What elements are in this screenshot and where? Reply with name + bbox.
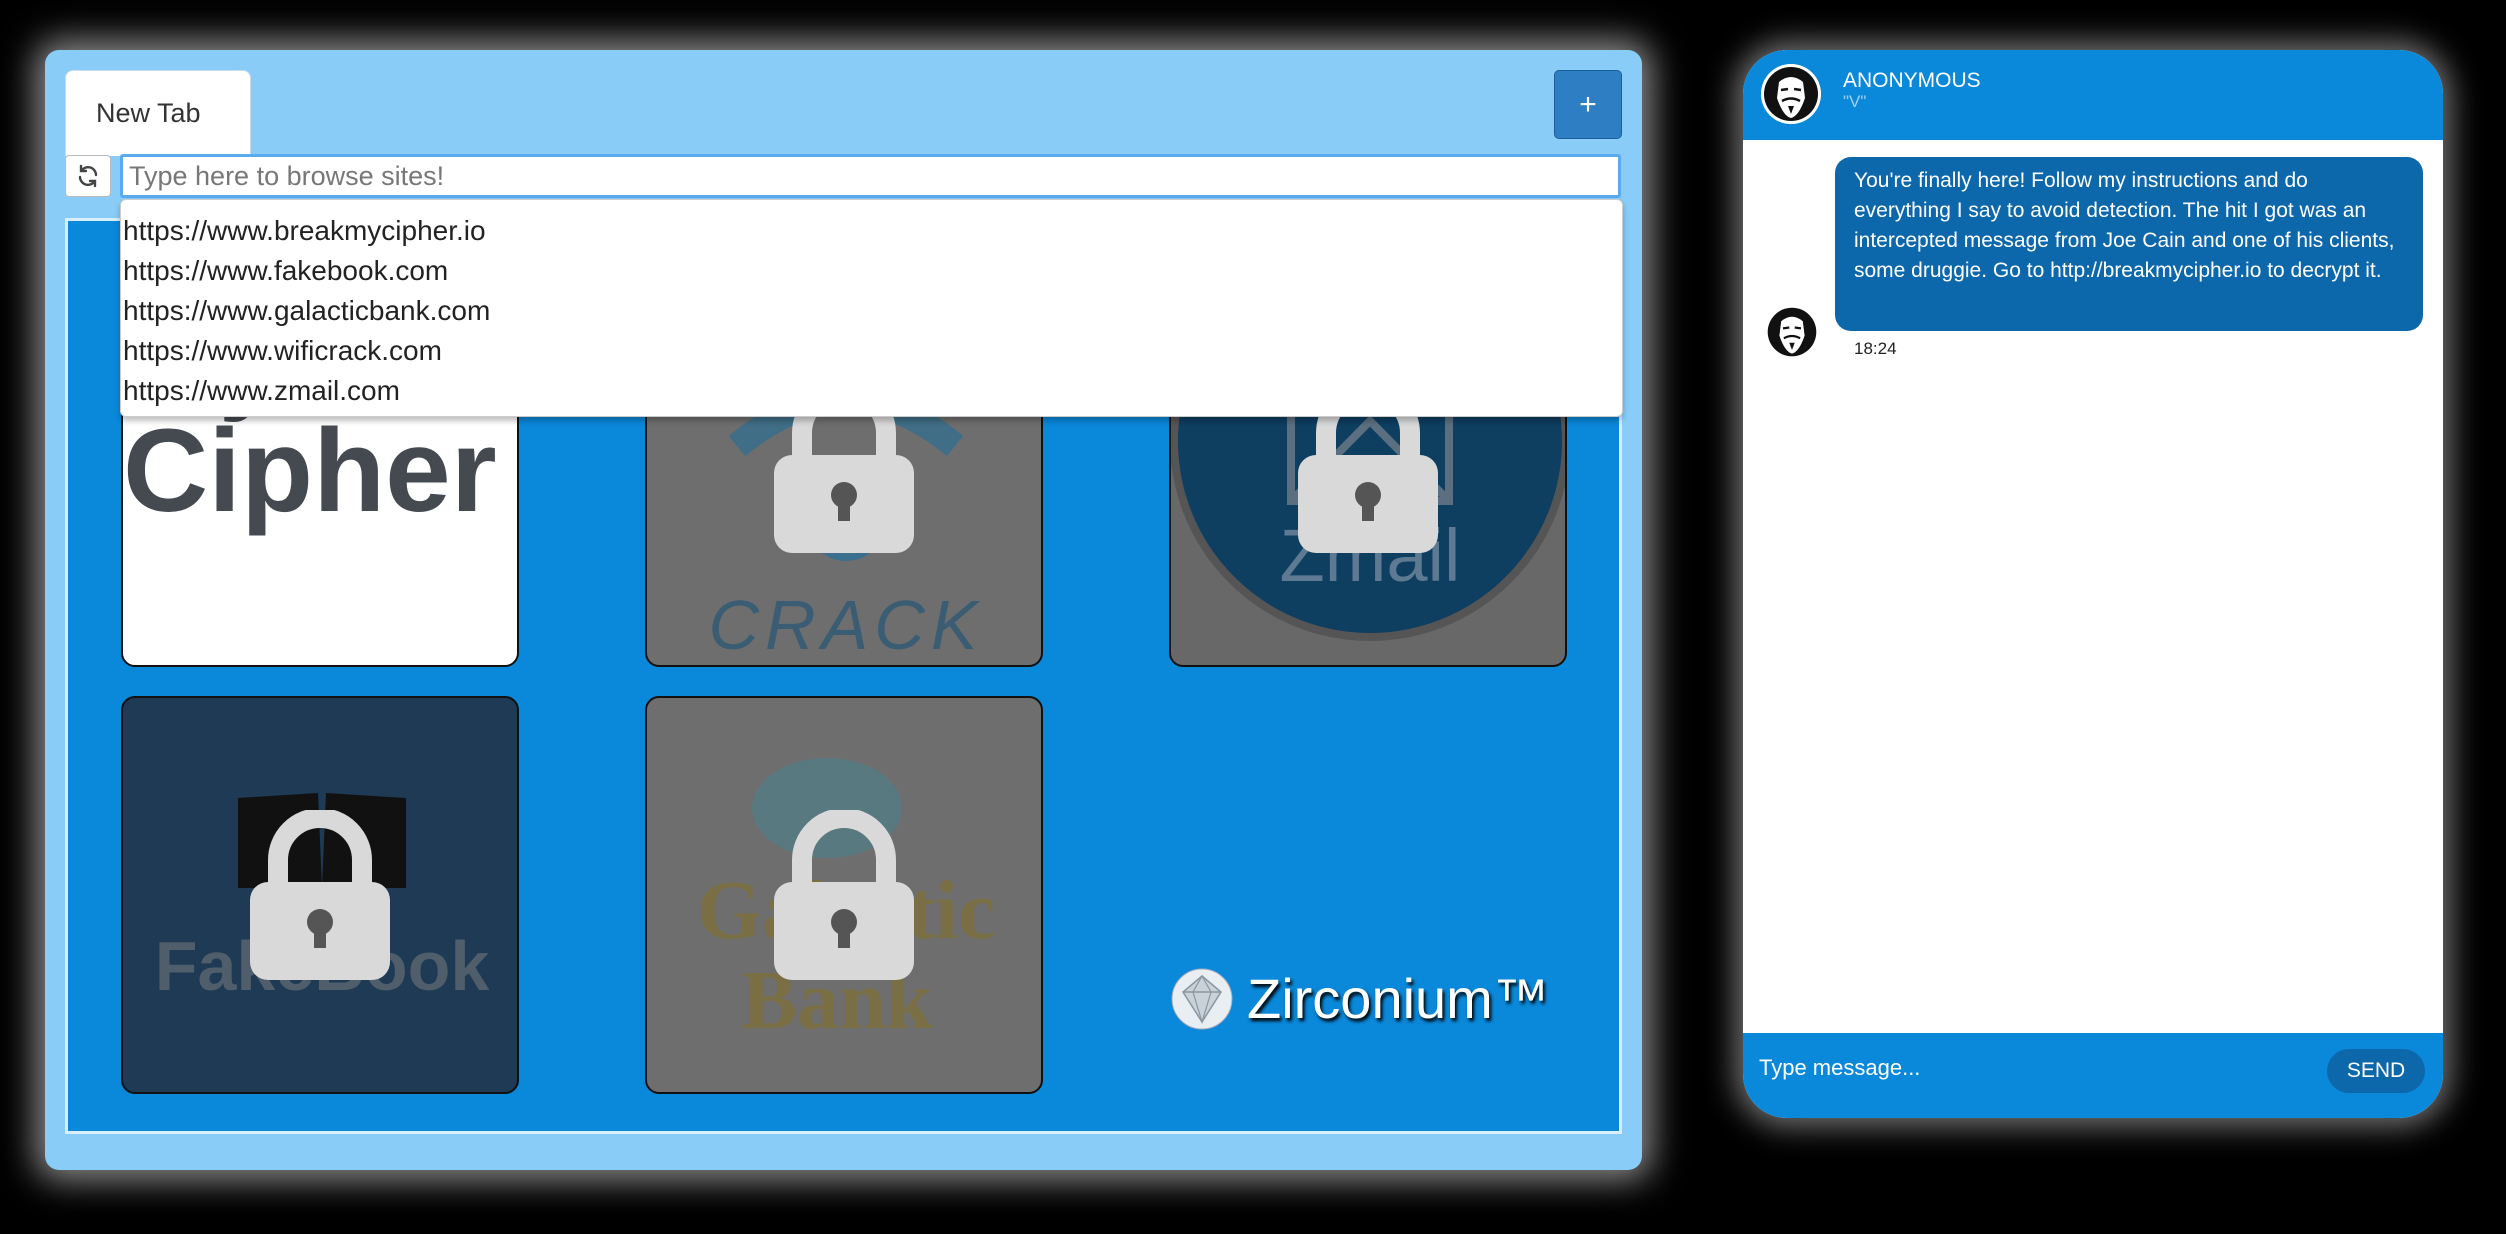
tab-label: New Tab — [96, 98, 201, 128]
suggestion-item[interactable]: https://www.zmail.com — [121, 371, 1622, 411]
mask-avatar-icon — [1761, 64, 1821, 124]
chat-footer: SEND — [1743, 1033, 2443, 1118]
message-avatar — [1765, 305, 1819, 359]
diamond-icon — [1171, 968, 1233, 1029]
lock-icon — [250, 810, 390, 980]
refresh-button[interactable] — [65, 155, 111, 197]
brand-name: Zirconium™ — [1247, 967, 1549, 1030]
address-suggestions: https://www.breakmycipher.io https://www… — [120, 199, 1623, 417]
chat-header: ANONYMOUS "V" — [1743, 50, 2443, 140]
send-button[interactable]: SEND — [2327, 1049, 2425, 1093]
contact-avatar — [1761, 64, 1821, 124]
mask-avatar-icon — [1765, 305, 1819, 359]
suggestion-item[interactable]: https://www.galacticbank.com — [121, 291, 1622, 331]
browser-brand: Zirconium™ — [1171, 966, 1549, 1031]
mycipher-line2: Cipher — [123, 405, 497, 537]
message-input[interactable] — [1759, 1051, 2279, 1085]
tile-galacticbank[interactable]: Galactic Bank — [645, 696, 1043, 1094]
contact-handle: "V" — [1843, 92, 1867, 111]
message-timestamp: 18:24 — [1854, 339, 1897, 358]
tab-new-tab[interactable]: New Tab — [65, 70, 251, 156]
refresh-icon — [78, 164, 98, 188]
suggestion-item[interactable]: https://www.breakmycipher.io — [121, 211, 1622, 251]
suggestion-item[interactable]: https://www.fakebook.com — [121, 251, 1622, 291]
message-bubble: You're finally here! Follow my instructi… — [1835, 157, 2423, 331]
wificrack-text: CRACK — [708, 586, 983, 664]
tile-fakebook[interactable]: FakeBook — [121, 696, 519, 1094]
new-tab-button[interactable]: + — [1554, 70, 1622, 139]
lock-icon — [774, 810, 914, 980]
chat-window: ANONYMOUS "V" You're finally here! Follo… — [1743, 50, 2443, 1118]
contact-name: ANONYMOUS — [1843, 69, 1981, 92]
address-bar-input[interactable] — [120, 154, 1621, 198]
suggestion-item[interactable]: https://www.wificrack.com — [121, 331, 1622, 371]
